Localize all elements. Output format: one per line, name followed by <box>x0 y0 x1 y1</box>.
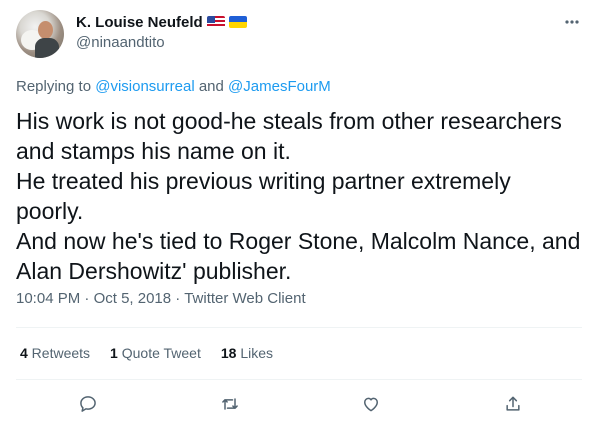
share-icon <box>506 396 520 411</box>
share-button[interactable] <box>501 392 525 416</box>
tweet-source[interactable]: Twitter Web Client <box>184 290 305 307</box>
tweet-card: K. Louise Neufeld @ninaandtito Replying … <box>0 0 598 428</box>
mention-link[interactable]: @visionsurreal <box>95 78 194 95</box>
replying-to-prefix: Replying to <box>16 78 96 95</box>
tweet-actions <box>0 388 598 422</box>
like-icon <box>364 397 378 412</box>
tweet-header: K. Louise Neufeld @ninaandtito <box>16 10 582 66</box>
likes-stat[interactable]: 18 Likes <box>221 345 273 361</box>
meta-separator: · <box>80 290 94 307</box>
us-flag-icon <box>206 16 225 28</box>
avatar-body <box>35 38 59 58</box>
meta-separator: · <box>171 290 185 307</box>
retweets-label: Retweets <box>27 345 91 361</box>
quote-tweets-stat[interactable]: 1 Quote Tweet <box>110 345 201 361</box>
tweet-stats: 4 Retweets 1 Quote Tweet 18 Likes <box>20 345 293 361</box>
more-icon <box>565 20 579 24</box>
tweet-text-line: And now he's tied to Roger Stone, Malcol… <box>16 228 581 254</box>
tweet-text-line: poorly. <box>16 198 84 224</box>
tweet-time[interactable]: 10:04 PM <box>16 290 80 307</box>
tweet-text-line: Alan Dershowitz' publisher. <box>16 258 292 284</box>
retweet-button[interactable] <box>218 392 242 416</box>
ukraine-flag-icon <box>228 16 247 28</box>
tweet-text-line: He treated his previous writing partner … <box>16 168 511 194</box>
quote-label: Quote Tweet <box>117 345 201 361</box>
retweet-icon <box>222 398 238 410</box>
replying-to: Replying to @visionsurreal and @JamesFou… <box>16 78 331 95</box>
quote-count: 1 <box>110 345 118 361</box>
display-name[interactable]: K. Louise Neufeld <box>76 14 203 31</box>
likes-count: 18 <box>220 345 237 361</box>
mention-link[interactable]: @JamesFourM <box>228 78 331 95</box>
reply-button[interactable] <box>76 392 100 416</box>
tweet-text: His work is not good-he steals from othe… <box>16 106 582 286</box>
tweet-date[interactable]: Oct 5, 2018 <box>94 290 172 307</box>
avatar-face <box>38 21 53 39</box>
display-name-line: K. Louise Neufeld <box>76 12 247 32</box>
like-button[interactable] <box>359 392 383 416</box>
author-handle[interactable]: @ninaandtito <box>76 34 247 51</box>
tweet-text-line: and stamps his name on it. <box>16 138 291 164</box>
more-options-button[interactable] <box>562 12 582 32</box>
avatar[interactable] <box>16 10 64 58</box>
tweet-meta: 10:04 PM · Oct 5, 2018 · Twitter Web Cli… <box>16 290 306 307</box>
divider <box>16 379 582 380</box>
author-names: K. Louise Neufeld @ninaandtito <box>76 12 247 51</box>
retweets-stat[interactable]: 4 Retweets <box>20 345 90 361</box>
likes-label: Likes <box>236 345 274 361</box>
retweets-count: 4 <box>20 345 28 361</box>
replying-to-joiner: and <box>194 78 229 95</box>
divider <box>16 327 582 328</box>
reply-icon <box>80 396 96 412</box>
tweet-text-line: His work is not good-he steals from othe… <box>16 108 562 134</box>
